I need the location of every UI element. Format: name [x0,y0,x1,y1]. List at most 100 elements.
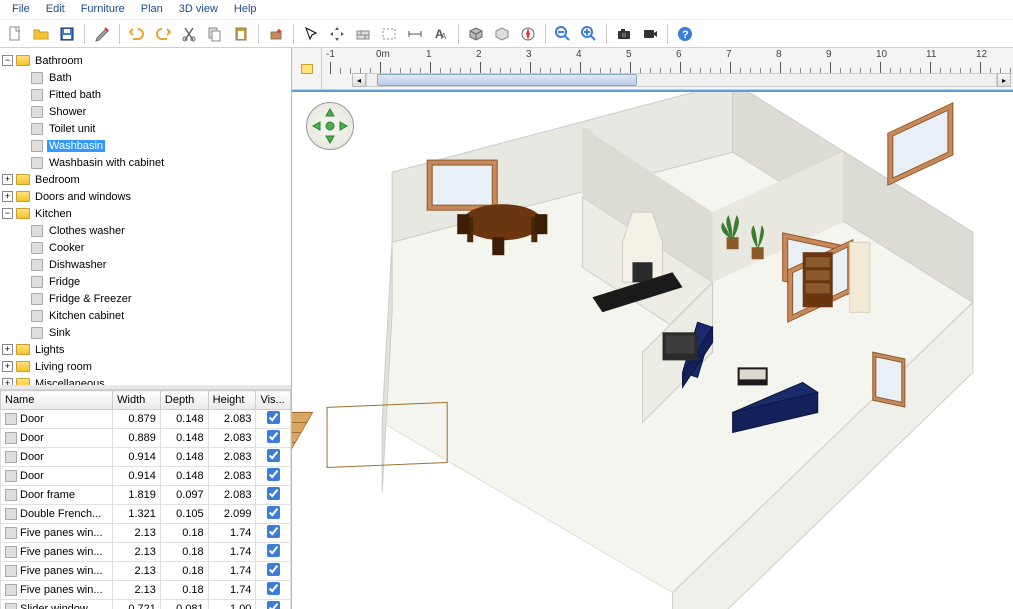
camera-button[interactable] [613,23,635,45]
visible-checkbox[interactable] [267,449,280,462]
column-header[interactable]: Vis... [256,391,291,410]
plan-3d-alt-button[interactable] [491,23,513,45]
horizontal-ruler[interactable]: -10m123456789101112 ◂ ▸ [322,48,1013,90]
tree-item[interactable]: Washbasin [16,137,289,154]
column-header[interactable]: Height [208,391,256,410]
pan-tool[interactable] [326,23,348,45]
copy-button[interactable] [204,23,226,45]
menu-furniture[interactable]: Furniture [73,2,133,17]
undo-button[interactable] [126,23,148,45]
tree-category[interactable]: +Lights [2,341,289,358]
expand-icon[interactable]: + [2,174,13,185]
menu-help[interactable]: Help [226,2,265,17]
visible-checkbox[interactable] [267,411,280,424]
collapse-icon[interactable]: − [2,55,13,66]
table-row[interactable]: Door0.8890.1482.083 [1,429,291,448]
column-header[interactable]: Name [1,391,113,410]
scrollbar-thumb[interactable] [377,74,637,86]
select-tool[interactable] [300,23,322,45]
cell-visible [256,448,291,467]
preferences-button[interactable] [91,23,113,45]
scroll-right-button[interactable]: ▸ [997,73,1011,87]
table-row[interactable]: Door0.9140.1482.083 [1,448,291,467]
expand-icon[interactable]: + [2,344,13,355]
menu-edit[interactable]: Edit [38,2,73,17]
wall-tool[interactable] [352,23,374,45]
table-row[interactable]: Five panes win...2.130.181.74 [1,524,291,543]
room-tool[interactable] [378,23,400,45]
zoom-out-button[interactable] [552,23,574,45]
tree-category[interactable]: +Doors and windows [2,188,289,205]
3d-view[interactable] [292,90,1013,609]
menu-plan[interactable]: Plan [133,2,171,17]
visible-checkbox[interactable] [267,468,280,481]
visible-checkbox[interactable] [267,582,280,595]
paste-button[interactable] [230,23,252,45]
redo-button[interactable] [152,23,174,45]
compass-button[interactable] [517,23,539,45]
plan-3d-button[interactable] [465,23,487,45]
tree-item[interactable]: Fridge & Freezer [16,290,289,307]
tree-category[interactable]: −Kitchen [2,205,289,222]
table-row[interactable]: Slider window0.7210.0811.00 [1,600,291,609]
tree-item[interactable]: Washbasin with cabinet [16,154,289,171]
cut-button[interactable] [178,23,200,45]
furniture-item-icon [29,122,45,136]
table-row[interactable]: Double French...1.3210.1052.099 [1,505,291,524]
save-button[interactable] [56,23,78,45]
visible-checkbox[interactable] [267,601,280,609]
menu-file[interactable]: File [4,2,38,17]
furniture-table[interactable]: NameWidthDepthHeightVis... Door0.8790.14… [0,389,291,609]
scrollbar-track[interactable] [366,73,997,87]
table-row[interactable]: Five panes win...2.130.181.74 [1,562,291,581]
expand-icon[interactable]: + [2,378,13,385]
tree-item[interactable]: Clothes washer [16,222,289,239]
scroll-left-button[interactable]: ◂ [352,73,366,87]
collapse-icon[interactable]: − [2,208,13,219]
tree-item[interactable]: Fridge [16,273,289,290]
visible-checkbox[interactable] [267,525,280,538]
open-button[interactable] [30,23,52,45]
cell-height: 1.74 [208,543,256,562]
tree-item[interactable]: Shower [16,103,289,120]
tree-item[interactable]: Sink [16,324,289,341]
visible-checkbox[interactable] [267,487,280,500]
table-row[interactable]: Door0.9140.1482.083 [1,467,291,486]
folder-icon [15,360,31,374]
cell-height: 1.74 [208,524,256,543]
tree-category[interactable]: +Living room [2,358,289,375]
column-header[interactable]: Width [113,391,161,410]
view-compass[interactable] [306,102,354,150]
tree-category[interactable]: +Miscellaneous [2,375,289,385]
visible-checkbox[interactable] [267,544,280,557]
table-row[interactable]: Five panes win...2.130.181.74 [1,581,291,600]
help-button[interactable]: ? [674,23,696,45]
visible-checkbox[interactable] [267,506,280,519]
dimension-tool[interactable] [404,23,426,45]
catalog-tree[interactable]: −BathroomBathFitted bathShowerToilet uni… [0,48,291,385]
cell-width: 1.819 [113,486,161,505]
new-button[interactable] [4,23,26,45]
tree-item[interactable]: Fitted bath [16,86,289,103]
cell-visible [256,410,291,429]
add-furniture-button[interactable] [265,23,287,45]
table-row[interactable]: Door frame1.8190.0972.083 [1,486,291,505]
column-header[interactable]: Depth [160,391,208,410]
tree-item[interactable]: Cooker [16,239,289,256]
tree-category[interactable]: −Bathroom [2,52,289,69]
visible-checkbox[interactable] [267,430,280,443]
text-tool[interactable]: AA [430,23,452,45]
zoom-in-button[interactable] [578,23,600,45]
visible-checkbox[interactable] [267,563,280,576]
expand-icon[interactable]: + [2,361,13,372]
table-row[interactable]: Five panes win...2.130.181.74 [1,543,291,562]
menu-3dview[interactable]: 3D view [171,2,226,17]
table-row[interactable]: Door0.8790.1482.083 [1,410,291,429]
video-button[interactable] [639,23,661,45]
tree-item[interactable]: Toilet unit [16,120,289,137]
tree-item[interactable]: Bath [16,69,289,86]
expand-icon[interactable]: + [2,191,13,202]
tree-item[interactable]: Kitchen cabinet [16,307,289,324]
tree-item[interactable]: Dishwasher [16,256,289,273]
tree-category[interactable]: +Bedroom [2,171,289,188]
